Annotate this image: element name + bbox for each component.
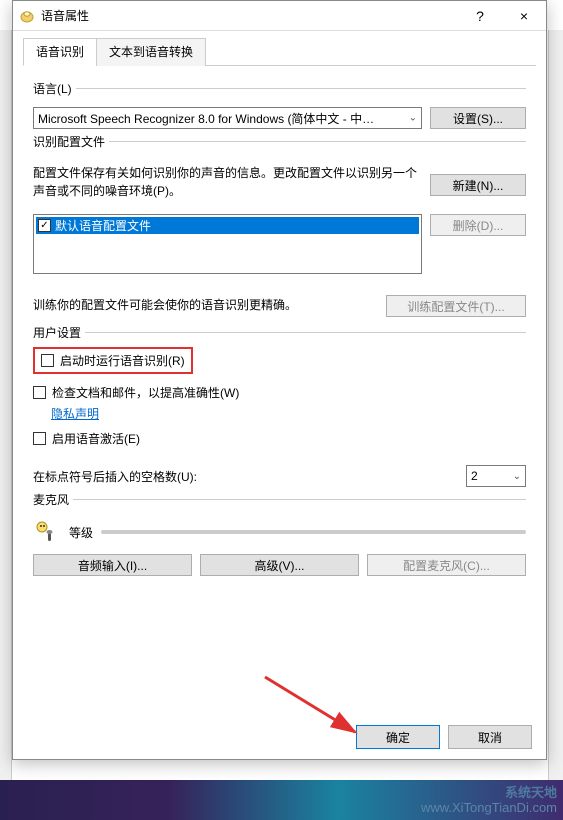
mic-legend: 麦克风 xyxy=(33,491,73,508)
new-profile-button[interactable]: 新建(N)... xyxy=(430,174,526,196)
ok-button[interactable]: 确定 xyxy=(356,725,440,749)
help-button[interactable]: ? xyxy=(458,1,502,31)
profile-desc: 配置文件保存有关如何识别你的声音的信息。更改配置文件以识别另一个声音或不同的噪音… xyxy=(33,164,422,200)
spaces-after-punct-label: 在标点符号后插入的空格数(U): xyxy=(33,468,197,485)
chevron-down-icon: ⌄ xyxy=(409,113,417,124)
train-profile-button[interactable]: 训练配置文件(T)... xyxy=(386,295,526,317)
user-settings-legend: 用户设置 xyxy=(33,324,85,341)
profile-list-item[interactable]: 默认语音配置文件 xyxy=(36,217,419,234)
user-settings-group: 用户设置 启动时运行语音识别(R) 检查文档和邮件，以提高准确性(W) 隐私声明… xyxy=(33,332,526,487)
config-mic-button[interactable]: 配置麦克风(C)... xyxy=(367,554,526,576)
profile-item-checkbox[interactable] xyxy=(38,219,51,232)
speech-properties-dialog: 语音属性 ? × 语音识别 文本到语音转换 语言(L) Microsoft Sp… xyxy=(12,0,547,760)
app-icon xyxy=(19,8,35,24)
spaces-value: 2 xyxy=(471,469,478,483)
microphone-group: 麦克风 等级 音频输入(I)... 高级(V)... 配置麦克风( xyxy=(33,499,526,576)
mic-level-label: 等级 xyxy=(69,524,93,541)
language-select-value: Microsoft Speech Recognizer 8.0 for Wind… xyxy=(38,110,374,127)
profile-legend: 识别配置文件 xyxy=(33,133,109,150)
privacy-link[interactable]: 隐私声明 xyxy=(51,407,99,421)
advanced-button[interactable]: 高级(V)... xyxy=(200,554,359,576)
enable-activation-label: 启用语音激活(E) xyxy=(52,430,140,447)
close-button[interactable]: × xyxy=(502,1,546,31)
settings-button[interactable]: 设置(S)... xyxy=(430,107,526,129)
delete-profile-button[interactable]: 删除(D)... xyxy=(430,214,526,236)
chevron-down-icon: ⌄ xyxy=(513,471,521,482)
tabstrip: 语音识别 文本到语音转换 xyxy=(23,37,536,66)
check-docs-checkbox[interactable] xyxy=(33,386,46,399)
train-desc: 训练你的配置文件可能会使你的语音识别更精确。 xyxy=(33,296,378,314)
enable-activation-checkbox[interactable] xyxy=(33,432,46,445)
run-at-startup-label: 启动时运行语音识别(R) xyxy=(60,352,185,369)
tab-speech-recognition[interactable]: 语音识别 xyxy=(23,38,97,66)
language-select[interactable]: Microsoft Speech Recognizer 8.0 for Wind… xyxy=(33,107,422,129)
audio-input-button[interactable]: 音频输入(I)... xyxy=(33,554,192,576)
profile-group: 识别配置文件 配置文件保存有关如何识别你的声音的信息。更改配置文件以识别另一个声… xyxy=(33,141,526,320)
watermark-url: www.XiTongTianDi.com xyxy=(421,800,557,816)
tab-text-to-speech[interactable]: 文本到语音转换 xyxy=(96,38,206,66)
run-at-startup-checkbox[interactable] xyxy=(41,354,54,367)
profile-listbox[interactable]: 默认语音配置文件 xyxy=(33,214,422,274)
watermark-title: 系统天地 xyxy=(421,785,557,801)
watermark: 系统天地 www.XiTongTianDi.com xyxy=(421,785,557,816)
window-title: 语音属性 xyxy=(41,7,458,24)
titlebar: 语音属性 ? × xyxy=(13,1,546,31)
microphone-icon xyxy=(33,518,61,546)
profile-item-label: 默认语音配置文件 xyxy=(55,217,151,234)
cancel-button[interactable]: 取消 xyxy=(448,725,532,749)
check-docs-label: 检查文档和邮件，以提高准确性(W) xyxy=(52,384,239,401)
language-group: 语言(L) Microsoft Speech Recognizer 8.0 fo… xyxy=(33,88,526,129)
mic-level-slider[interactable] xyxy=(101,530,526,534)
language-legend: 语言(L) xyxy=(33,80,76,97)
dialog-button-row: 确定 取消 xyxy=(356,725,532,749)
highlight-box: 启动时运行语音识别(R) xyxy=(33,347,193,374)
spaces-after-punct-select[interactable]: 2 ⌄ xyxy=(466,465,526,487)
